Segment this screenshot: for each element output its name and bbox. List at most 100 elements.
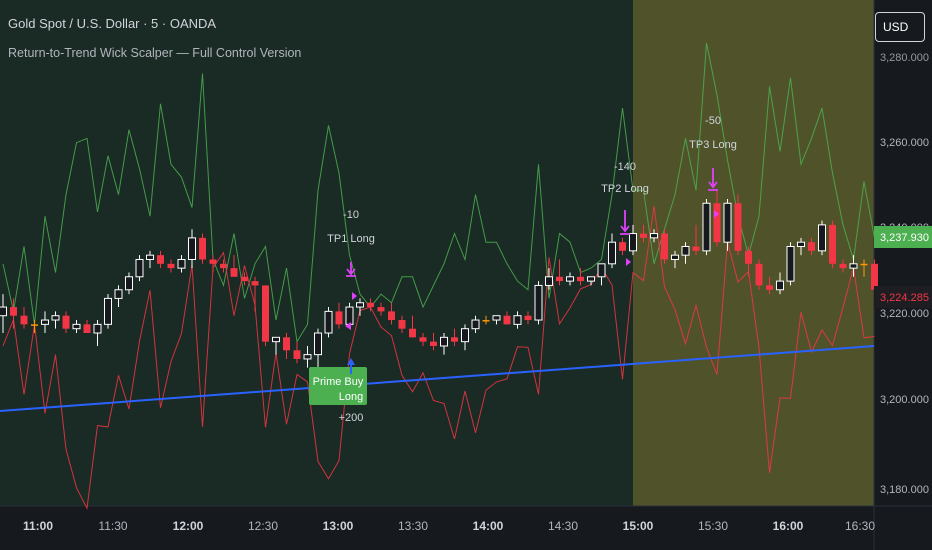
price-axis-panel — [874, 0, 932, 550]
time-tick: 12:30 — [248, 519, 278, 533]
candle-body — [314, 332, 322, 356]
candle-body — [524, 315, 532, 321]
tp1-label: TP1 Long — [327, 233, 375, 245]
candle-body — [324, 310, 333, 334]
candle — [734, 194, 742, 256]
candle-body — [83, 324, 91, 334]
candle — [755, 259, 763, 290]
candle-body — [157, 255, 164, 264]
candle-body — [492, 315, 501, 321]
candle-body — [534, 284, 543, 321]
long-entry-points: +200 — [339, 412, 364, 424]
candle-body — [871, 263, 878, 290]
candle-body — [31, 324, 38, 326]
candle-body — [545, 276, 553, 286]
candle-body — [388, 311, 395, 321]
candle-body — [251, 281, 259, 286]
candle-body — [702, 202, 711, 252]
candle-body — [419, 337, 427, 342]
candle-body — [125, 276, 133, 291]
price-tick: 3,200.000 — [880, 394, 929, 406]
candle-body — [230, 268, 238, 277]
candle-body — [114, 289, 123, 299]
price-tick: 3,220.000 — [880, 308, 929, 320]
candle-body — [786, 246, 795, 282]
candle-body — [745, 250, 752, 264]
candle — [702, 198, 711, 256]
price-tick: 3,180.000 — [880, 484, 929, 496]
candle-body — [377, 307, 385, 312]
candle-body — [409, 328, 416, 338]
candle-body — [398, 320, 406, 329]
candle-body — [188, 237, 196, 260]
candle-body — [20, 315, 28, 325]
tp3-points: -50 — [705, 115, 721, 127]
tp2-points: -140 — [614, 161, 636, 173]
candle-body — [503, 315, 511, 325]
candle — [829, 220, 836, 269]
candle-body — [451, 337, 458, 342]
candle-body — [755, 263, 763, 286]
candle-body — [209, 259, 217, 264]
time-tick: 11:00 — [23, 519, 53, 533]
candle-body — [608, 241, 616, 265]
currency-button[interactable]: USD — [875, 12, 925, 42]
time-tick: 13:30 — [398, 519, 428, 533]
candle-body — [283, 337, 290, 351]
price-tick: 3,260.000 — [880, 137, 929, 149]
candle-body — [241, 276, 248, 282]
candle-body — [345, 306, 354, 325]
candle — [135, 255, 144, 282]
candle-body — [566, 276, 574, 282]
candle-body — [482, 320, 490, 322]
time-tick: 11:30 — [98, 519, 127, 533]
candle-body — [262, 285, 269, 342]
prime-buy-label: Prime Buy — [313, 376, 364, 388]
chart-canvas[interactable]: Prime Buy Long +200 -10 TP1 Long -140 TP… — [0, 0, 932, 550]
candle-body — [167, 263, 175, 269]
candle-body — [808, 242, 815, 251]
candle-body — [62, 315, 70, 329]
time-tick: 16:30 — [845, 519, 875, 533]
candle-body — [72, 323, 81, 330]
price-tick: 3,280.000 — [880, 52, 929, 64]
candle — [262, 285, 269, 346]
last-price-green: 3,237.930 — [880, 232, 929, 244]
candle-body — [629, 233, 637, 252]
candle-body — [430, 341, 437, 346]
candle-body — [860, 263, 868, 266]
candle-body — [723, 202, 732, 243]
time-tick: 15:30 — [698, 519, 728, 533]
candle-body — [734, 203, 742, 251]
candle — [199, 233, 206, 264]
candle-body — [0, 306, 7, 317]
candle-body — [356, 302, 364, 308]
candle-body — [199, 237, 206, 260]
candle-body — [839, 263, 847, 269]
chart-root: Prime Buy Long +200 -10 TP1 Long -140 TP… — [0, 0, 932, 550]
candle-body — [146, 254, 154, 260]
candle — [818, 220, 826, 256]
candle-body — [93, 323, 102, 334]
candle-body — [104, 297, 112, 325]
candle-body — [440, 336, 448, 347]
candle — [786, 242, 795, 286]
candle-body — [577, 276, 584, 282]
long-entry-label: Long — [339, 391, 363, 403]
candle-body — [681, 246, 690, 256]
session-highlight — [633, 0, 874, 506]
candle-body — [556, 276, 563, 282]
indicator-title[interactable]: Return-to-Trend Wick Scalper — Full Cont… — [8, 46, 301, 60]
last-price-red: 3,224.285 — [880, 292, 929, 304]
tp3-label: TP3 Long — [689, 139, 737, 151]
candle-body — [272, 336, 280, 343]
time-tick: 14:30 — [548, 519, 578, 533]
candle — [324, 307, 333, 338]
candle-body — [713, 203, 721, 243]
candle-body — [293, 350, 301, 359]
tp1-points: -10 — [343, 209, 359, 221]
chart-symbol-title[interactable]: Gold Spot / U.S. Dollar · 5 · OANDA — [8, 16, 216, 31]
candle-body — [220, 263, 227, 269]
candle-body — [303, 354, 312, 360]
candle-body — [797, 241, 805, 248]
